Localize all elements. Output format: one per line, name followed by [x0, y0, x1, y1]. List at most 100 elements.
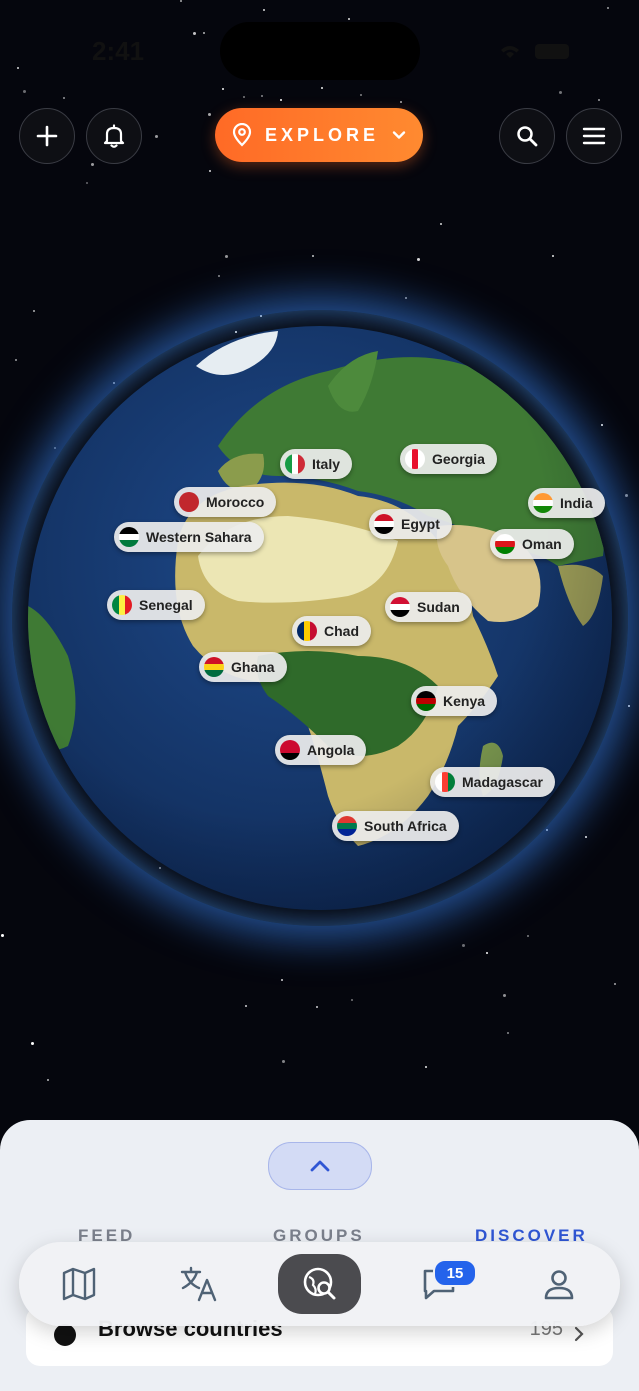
flag-icon	[374, 514, 394, 534]
flag-icon	[337, 816, 357, 836]
star	[552, 255, 554, 257]
flag-icon	[297, 621, 317, 641]
star	[462, 944, 465, 947]
star	[209, 170, 211, 172]
country-name: Ghana	[231, 659, 275, 675]
country-name: Morocco	[206, 494, 265, 510]
search-button[interactable]	[499, 108, 555, 164]
star	[31, 1042, 34, 1045]
search-icon	[517, 126, 538, 147]
chevron-up-icon	[310, 1160, 330, 1172]
star	[91, 163, 94, 166]
star	[405, 297, 407, 299]
star	[400, 101, 402, 103]
country-name: Italy	[312, 456, 341, 472]
star	[625, 494, 628, 497]
country-name: Georgia	[432, 451, 485, 467]
dynamic-island	[220, 22, 420, 80]
explore-label: EXPLORE	[264, 124, 380, 145]
country-chip-senegal[interactable]: Senegal	[107, 590, 205, 620]
map-icon	[62, 1267, 96, 1301]
star	[1, 934, 4, 937]
star	[417, 258, 420, 261]
star	[312, 255, 314, 257]
star	[86, 182, 88, 184]
system-icons	[497, 42, 577, 60]
country-name: Madagascar	[462, 774, 543, 790]
flag-icon	[416, 691, 436, 711]
tab-profile[interactable]	[535, 1260, 583, 1308]
country-chip-ghana[interactable]: Ghana	[199, 652, 287, 682]
flag-icon	[495, 534, 515, 554]
country-name: India	[560, 495, 593, 511]
country-chip-south-africa[interactable]: South Africa	[332, 811, 459, 841]
country-chip-italy[interactable]: Italy	[280, 449, 353, 479]
star	[245, 1005, 247, 1007]
country-chip-morocco[interactable]: Morocco	[174, 487, 277, 517]
country-chip-georgia[interactable]: Georgia	[400, 444, 497, 474]
country-chip-kenya[interactable]: Kenya	[411, 686, 498, 716]
country-name: Egypt	[401, 516, 440, 532]
star	[155, 135, 158, 138]
menu-button[interactable]	[566, 108, 622, 164]
tab-translate[interactable]	[175, 1260, 223, 1308]
flag-icon	[204, 657, 224, 677]
country-name: Kenya	[443, 693, 486, 709]
country-chip-chad[interactable]: Chad	[292, 616, 371, 646]
star	[208, 113, 211, 116]
star	[527, 935, 529, 937]
star	[507, 1032, 509, 1034]
star	[47, 1079, 49, 1081]
flag-icon	[119, 527, 139, 547]
flag-icon	[435, 772, 455, 792]
battery-icon	[535, 44, 569, 59]
bell-icon	[103, 124, 125, 148]
flag-icon	[112, 595, 132, 615]
star	[218, 275, 220, 277]
messages-badge: 15	[433, 1259, 477, 1287]
status-time: 2:41	[92, 36, 145, 66]
globe-search-icon	[303, 1267, 335, 1300]
star	[316, 1006, 318, 1008]
star	[33, 310, 35, 312]
translate-icon	[180, 1266, 217, 1302]
person-icon	[544, 1270, 574, 1300]
flag-icon	[533, 493, 553, 513]
country-name: Oman	[522, 536, 562, 552]
country-chip-angola[interactable]: Angola	[275, 735, 367, 765]
country-name: Chad	[324, 623, 359, 639]
tab-map[interactable]	[55, 1260, 103, 1308]
notifications-button[interactable]	[86, 108, 142, 164]
flag-icon	[285, 454, 305, 474]
explore-dropdown-button[interactable]: EXPLORE	[215, 108, 423, 162]
country-chip-western-sahara[interactable]: Western Sahara	[114, 522, 264, 552]
flag-icon	[390, 597, 410, 617]
country-chip-egypt[interactable]: Egypt	[369, 509, 452, 539]
country-chip-madagascar[interactable]: Madagascar	[430, 767, 555, 797]
star	[225, 255, 228, 258]
country-chip-sudan[interactable]: Sudan	[385, 592, 472, 622]
star	[486, 952, 488, 954]
country-name: Sudan	[417, 599, 460, 615]
expand-sheet-button[interactable]	[268, 1142, 372, 1190]
star	[351, 999, 353, 1001]
tab-bar: 15	[19, 1242, 620, 1326]
star	[440, 223, 442, 225]
tab-discover-globe[interactable]	[278, 1254, 361, 1314]
country-name: Western Sahara	[146, 529, 252, 545]
country-name: South Africa	[364, 818, 447, 834]
star	[628, 705, 630, 707]
add-button[interactable]	[19, 108, 75, 164]
star	[15, 359, 17, 361]
chevron-right-icon	[574, 1326, 584, 1342]
star	[614, 983, 616, 985]
country-name: Angola	[307, 742, 355, 758]
star	[503, 994, 506, 997]
status-bar: 2:41	[0, 0, 639, 100]
flag-icon	[179, 492, 199, 512]
country-chip-india[interactable]: India	[528, 488, 605, 518]
location-pin-icon	[232, 123, 252, 147]
star	[282, 1060, 285, 1063]
country-chip-oman[interactable]: Oman	[490, 529, 574, 559]
flag-icon	[280, 740, 300, 760]
